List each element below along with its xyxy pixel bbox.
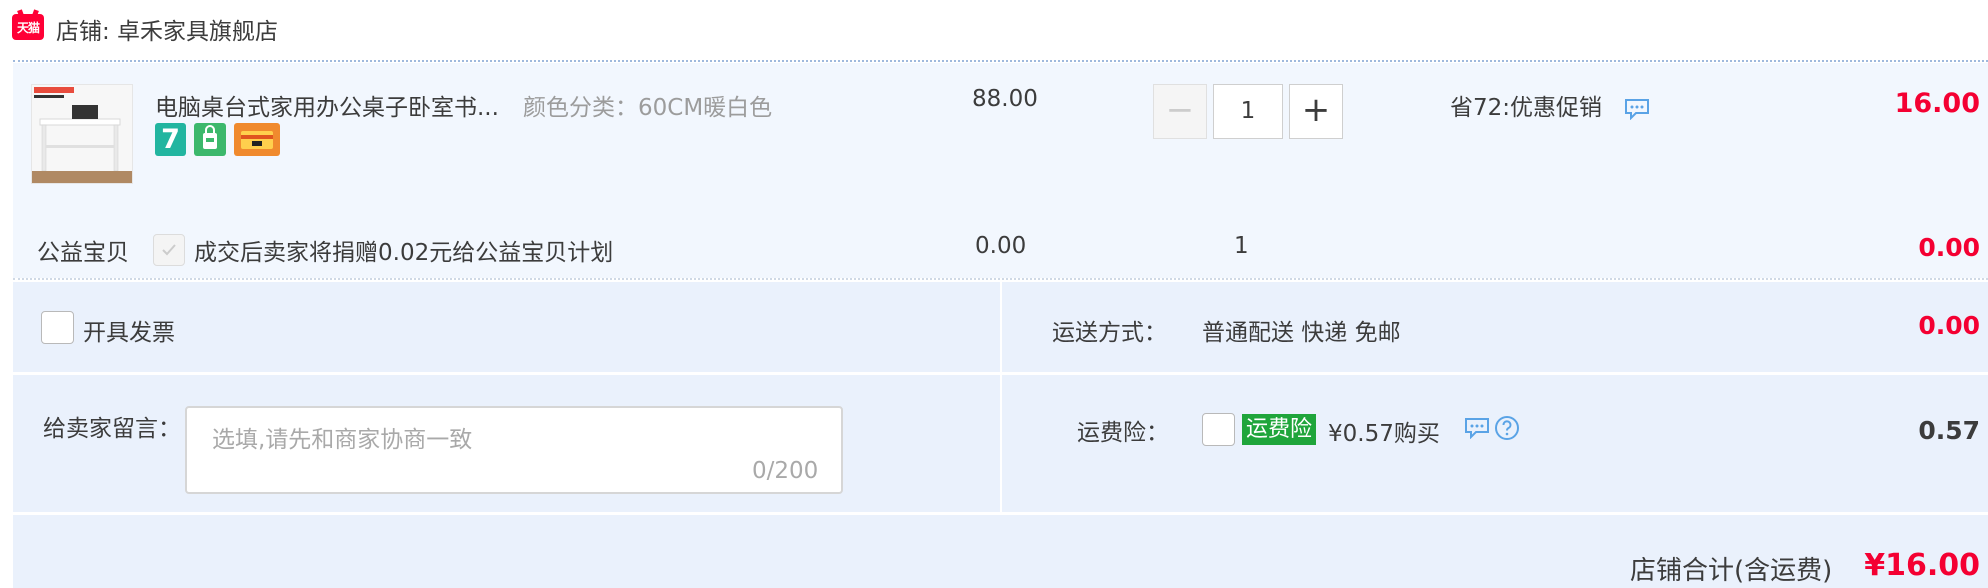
- divider: [13, 60, 1988, 62]
- seven-day-return-icon[interactable]: 7: [155, 123, 186, 156]
- charity-checkbox: [153, 234, 185, 266]
- charity-label: 公益宝贝: [37, 240, 129, 266]
- item-total-price: 16.00: [1894, 88, 1980, 119]
- charity-quantity: 1: [1234, 233, 1249, 259]
- shipping-label: 运送方式：: [1052, 320, 1167, 346]
- credit-card-icon[interactable]: [234, 123, 280, 156]
- shipping-method: 普通配送 快递 免邮: [1202, 320, 1401, 346]
- promotion-label[interactable]: 省72:优惠促销: [1450, 88, 1602, 122]
- tmall-logo-icon: 天猫: [12, 14, 44, 40]
- tmall-badge-text: 天猫: [16, 20, 40, 35]
- charity-price: 0.00: [975, 233, 1027, 259]
- insurance-checkbox[interactable]: [1202, 413, 1235, 446]
- product-title-link[interactable]: 电脑桌台式家用办公桌子卧室书...: [155, 88, 499, 122]
- charity-total: 0.00: [1918, 233, 1980, 262]
- shopping-bag-icon[interactable]: [194, 123, 226, 156]
- product-sku: 颜色分类：60CM暖白色: [523, 95, 773, 121]
- shop-name[interactable]: 店铺: 卓禾家具旗舰店: [56, 12, 278, 46]
- insurance-label: 运费险：: [1077, 420, 1169, 446]
- charity-description: 成交后卖家将捐赠0.02元给公益宝贝计划: [194, 240, 614, 266]
- shop-subtotal-value: ¥16.00: [1864, 548, 1980, 583]
- message-label: 给卖家留言：: [43, 416, 181, 442]
- shop-subtotal-label: 店铺合计(含运费): [1630, 556, 1833, 586]
- insurance-price: ¥0.57购买: [1328, 421, 1440, 447]
- divider: [13, 278, 1988, 280]
- quantity-decrease-button[interactable]: −: [1153, 84, 1207, 139]
- invoice-label[interactable]: 开具发票: [83, 313, 175, 347]
- quantity-increase-button[interactable]: +: [1289, 84, 1343, 139]
- promotion-text: 省72:优惠促销: [1450, 95, 1603, 121]
- invoice-checkbox[interactable]: [41, 311, 74, 344]
- divider: [13, 512, 1988, 515]
- insurance-total: 0.57: [1918, 416, 1980, 445]
- message-placeholder: 选填,请先和商家协商一致: [212, 427, 473, 453]
- divider: [13, 372, 1988, 375]
- unit-price: 88.00: [972, 86, 1038, 112]
- chat-bubble-icon[interactable]: [1624, 98, 1650, 121]
- chat-bubble-icon[interactable]: [1464, 417, 1490, 440]
- message-char-counter: 0/200: [752, 458, 819, 484]
- divider: [1000, 282, 1002, 514]
- desk-product-image[interactable]: [31, 84, 133, 184]
- insurance-badge: 运费险: [1242, 414, 1317, 445]
- help-question-icon[interactable]: [1494, 415, 1520, 441]
- quantity-input[interactable]: 1: [1213, 84, 1283, 139]
- shipping-fee: 0.00: [1918, 311, 1980, 340]
